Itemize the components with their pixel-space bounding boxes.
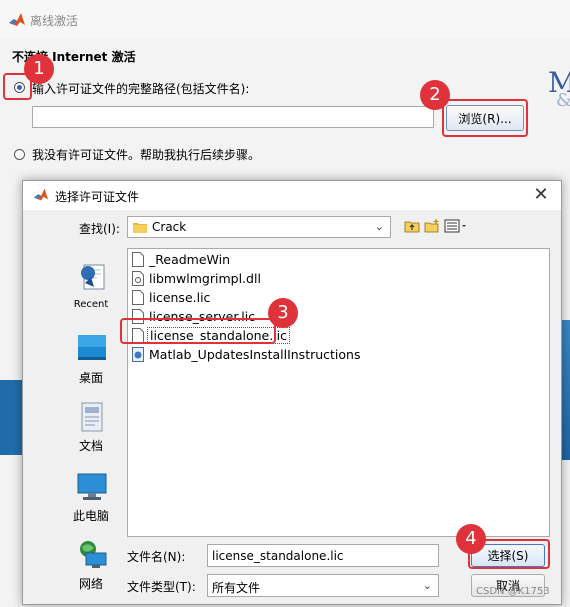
- folder-icon: [133, 223, 147, 233]
- place-label: 桌面: [78, 371, 103, 385]
- file-name: license.lic: [149, 290, 211, 305]
- chevron-down-icon: ⌄: [374, 220, 384, 233]
- dialog-title: 选择许可证文件: [55, 190, 140, 204]
- recent-icon: [81, 264, 105, 290]
- place-label: 此电脑: [72, 509, 109, 523]
- file-icon: [132, 290, 144, 305]
- file-name-label: 文件名(N):: [127, 550, 186, 564]
- place-recent[interactable]: Recent: [51, 261, 131, 321]
- close-icon[interactable]: ✕: [527, 183, 555, 207]
- up-folder-button[interactable]: [403, 217, 421, 237]
- file-name: libmwlmgrimpl.dll: [149, 271, 261, 286]
- network-icon: [80, 541, 107, 568]
- license-path-radio-label: 输入许可证文件的完整路径(包括文件名):: [32, 82, 250, 96]
- browse-button[interactable]: 浏览(R)...: [446, 105, 524, 131]
- help-file-icon: [132, 347, 144, 362]
- dialog-title-bar: 选择许可证文件 ✕: [23, 181, 561, 210]
- watermark: CSDN @K1753: [476, 586, 550, 597]
- main-window-title: 离线激活: [30, 14, 79, 28]
- new-folder-icon: [424, 218, 439, 232]
- license-path-radio[interactable]: [14, 82, 25, 93]
- select-button[interactable]: 选择(S): [471, 544, 545, 567]
- matlab-logo-icon: [33, 188, 49, 201]
- no-license-radio[interactable]: [14, 149, 25, 160]
- place-label: 网络: [78, 577, 103, 591]
- file-icon: [132, 328, 144, 343]
- file-list: _ReadmeWin libmwlmgrimpl.dll license.lic…: [127, 248, 550, 537]
- look-in-label: 查找(I):: [79, 222, 120, 236]
- no-license-radio-label: 我没有许可证文件。帮助我执行后续步骤。: [32, 148, 261, 162]
- view-menu-button[interactable]: [443, 217, 469, 237]
- file-name-input[interactable]: [207, 544, 439, 567]
- place-label: Recent: [73, 299, 109, 310]
- documents-icon: [81, 402, 103, 432]
- file-icon: [132, 252, 144, 267]
- places-bar: Recent 桌面 文档 此电脑 网络: [51, 249, 131, 594]
- place-label: 文档: [78, 439, 103, 453]
- file-name: _ReadmeWin: [149, 252, 231, 267]
- main-title-bar: 离线激活: [0, 0, 570, 38]
- select-license-dialog: 选择许可证文件 ✕ 查找(I): Crack ⌄ Recent 桌面 文档 此电…: [22, 180, 562, 605]
- computer-icon: [77, 473, 107, 500]
- place-documents[interactable]: 文档: [51, 401, 131, 461]
- file-name: license_server.lic: [149, 309, 256, 324]
- chevron-down-icon: ⌄: [422, 579, 432, 592]
- up-folder-icon: [404, 221, 420, 232]
- list-view-icon: [444, 219, 466, 232]
- file-type-label: 文件类型(T):: [127, 580, 196, 594]
- dll-file-icon: [132, 271, 144, 286]
- file-name: license_standalone.lic: [147, 327, 290, 344]
- license-path-input[interactable]: [32, 106, 434, 128]
- place-computer[interactable]: 此电脑: [51, 471, 131, 531]
- place-network[interactable]: 网络: [51, 539, 131, 599]
- place-desktop[interactable]: 桌面: [51, 333, 131, 393]
- file-name: Matlab_UpdatesInstallInstructions: [149, 347, 361, 362]
- new-folder-button[interactable]: [423, 217, 441, 237]
- offline-heading: 不连接 Internet 激活: [12, 50, 136, 64]
- look-in-dropdown[interactable]: Crack ⌄: [127, 216, 391, 238]
- matlab-logo-icon: [9, 13, 25, 26]
- file-icon: [132, 309, 144, 324]
- file-type-value: 所有文件: [212, 581, 261, 595]
- desktop-icon: [78, 335, 106, 360]
- file-type-dropdown[interactable]: 所有文件 ⌄: [207, 574, 439, 597]
- mathworks-logo-ampersand: &: [556, 90, 570, 111]
- look-in-value: Crack: [152, 220, 187, 234]
